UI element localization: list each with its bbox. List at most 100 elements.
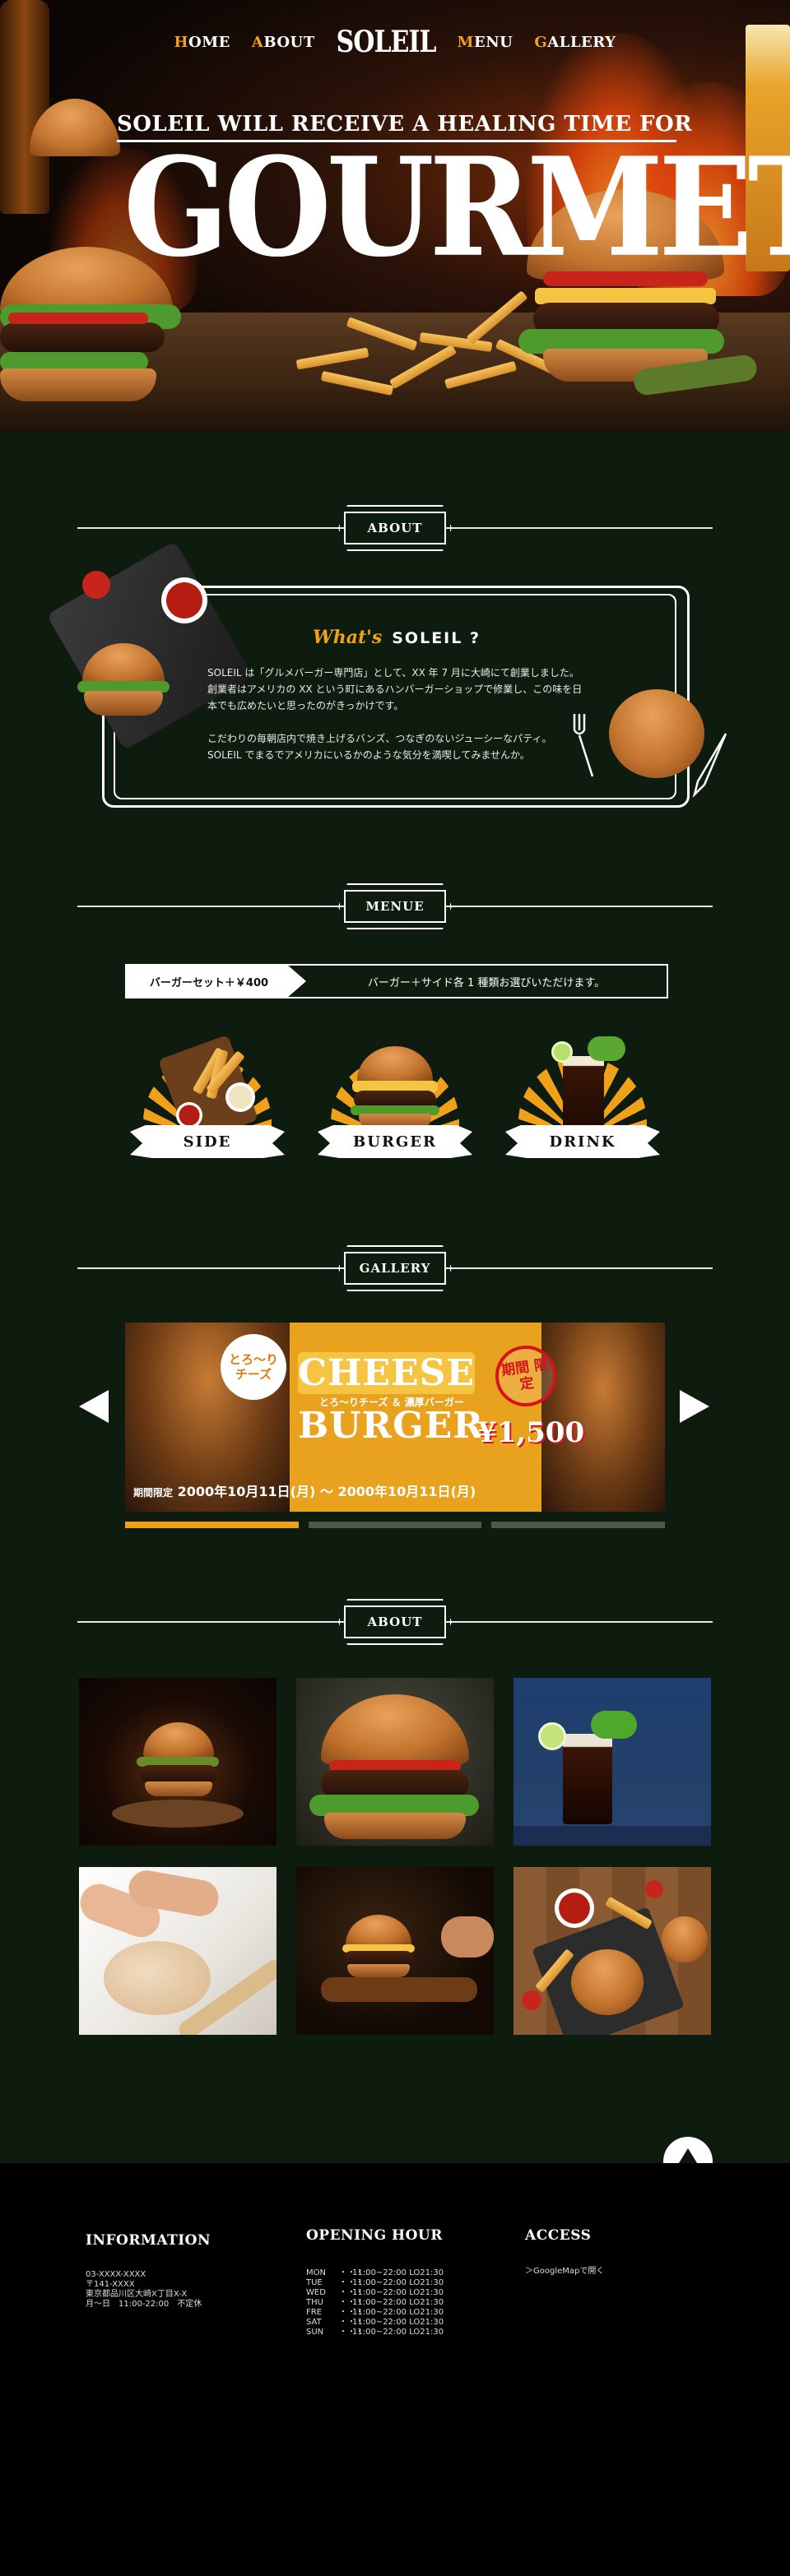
nav-menu-label: ENU [473, 34, 514, 51]
slide-title-burger: BURGER [298, 1405, 484, 1447]
hero-tagline: SOLEIL WILL RECEIVE A HEALING TIME FOR Y… [117, 112, 693, 137]
burger-set-bar: バーガーセット＋￥400 バーガー＋サイド各 1 種類お選びいただけます。 [125, 964, 668, 998]
hours-sep: ・・・ [339, 2268, 364, 2277]
postal-code: 〒141-XXXX [86, 2280, 135, 2289]
menu-item-drink-label: DRINK [505, 1125, 660, 1158]
slide-bubble: とろ〜り チーズ [221, 1334, 286, 1400]
hours-day: THU [306, 2298, 323, 2307]
hours-time: 11:00~22:00 LO21:30 [352, 2278, 444, 2287]
menu-item-side-label: SIDE [130, 1125, 285, 1158]
photo-burger-closeup[interactable] [296, 1678, 494, 1846]
nav-gallery[interactable]: GALLERY [534, 34, 616, 51]
nav-gallery-initial: G [534, 34, 548, 51]
slide-price: ¥1,500 [477, 1416, 585, 1449]
lime-image [551, 1041, 573, 1063]
ketchup-bowl-image [161, 577, 207, 623]
slide-title-cheese: CHEESE [298, 1352, 475, 1394]
gallery-heading-label: GALLERY [344, 1252, 446, 1285]
photo-burger-stack[interactable] [79, 1678, 276, 1846]
hours-sep: ・・・ [339, 2328, 364, 2337]
gallery-slide[interactable]: とろ〜り チーズ CHEESE とろ〜りチーズ ＆ 濃厚バーガー BURGER … [125, 1323, 665, 1512]
slide-period: 期間限定 2000年10月11日(月) 〜 2000年10月11日(月) [133, 1480, 660, 1500]
nav-home[interactable]: HOME [174, 34, 230, 51]
hours-time: 11:00~22:00 LO21:30 [352, 2328, 444, 2337]
nav-menu[interactable]: MENU [458, 34, 514, 51]
hero: HOME ABOUT SOLEIL MENU GALLERY SOLEIL WI… [0, 0, 790, 433]
cola-glass-image [563, 1056, 604, 1135]
period-prefix: 期間限定 [133, 1487, 174, 1499]
hours-day: TUE [306, 2278, 323, 2287]
photo-burger-fries-flatlay[interactable] [514, 1867, 711, 2035]
hours-time: 11:00~22:00 LO21:30 [352, 2298, 444, 2307]
hours-day: MON [306, 2268, 326, 2277]
phone-number: 03-XXXX-XXXX [86, 2270, 146, 2279]
tagline-divider [117, 140, 676, 142]
set-price-label: バーガーセット＋￥400 [127, 966, 306, 997]
hours-sep: ・・・ [339, 2278, 364, 2287]
about-heading-label: ABOUT [344, 512, 446, 544]
nav-gallery-label: ALLERY [547, 34, 616, 51]
about-title: What's SOLEIL ? [313, 627, 481, 648]
google-map-link[interactable]: ＞GoogleMapで開く [525, 2263, 604, 2276]
ketchup-bowl-image [176, 1102, 202, 1128]
footer: INFORMATION 03-XXXX-XXXX 〒141-XXXX 東京都品川… [0, 2163, 790, 2576]
business-days: 月〜日 11:00-22:00 不定休 [86, 2300, 202, 2309]
hours-time: 11:00~22:00 LO21:30 [352, 2308, 444, 2317]
nav-menu-initial: M [457, 34, 474, 51]
about-paragraph-2: こだわりの毎朝店内で焼き上げるバンズ、つなぎのないジューシーなパティ。SOLEI… [207, 733, 552, 761]
address: 東京都品川区大崎X丁目X-X [86, 2290, 188, 2299]
hours-heading: OPENING HOUR [306, 2227, 443, 2244]
about-title-name: SOLEIL ? [392, 629, 481, 647]
sauce-bowl-image [225, 1082, 255, 1112]
period-separator: 〜 [319, 1484, 333, 1499]
main-nav: HOME ABOUT SOLEIL MENU GALLERY [0, 25, 790, 60]
mint-image [588, 1036, 625, 1061]
footer-information: INFORMATION 03-XXXX-XXXX 〒141-XXXX 東京都品川… [86, 2232, 211, 2310]
nav-about-label: BOUT [263, 34, 315, 51]
access-heading: ACCESS [525, 2227, 592, 2244]
photo-burger-board[interactable] [296, 1867, 494, 2035]
burger-image [357, 1046, 433, 1084]
gallery-section-heading: GALLERY [77, 1245, 713, 1291]
hero-headline: GOURMET [123, 127, 790, 288]
photo-cola-drink[interactable] [514, 1678, 711, 1846]
about-paragraph-1: SOLEIL は「グルメバーガー専門店」として、XX 年 7 月に大崎にて創業し… [207, 667, 583, 711]
slider-next-arrow[interactable] [680, 1390, 709, 1423]
slider-dot[interactable] [491, 1522, 666, 1528]
hours-day: WED [306, 2288, 326, 2297]
period-end: 2000年10月11日(月) [337, 1484, 476, 1499]
slider-dot[interactable] [308, 1522, 482, 1528]
slider-dot[interactable] [125, 1522, 299, 1528]
photos-section-heading: ABOUT [77, 1599, 713, 1645]
hours-time: 11:00~22:00 LO21:30 [352, 2288, 444, 2297]
period-start: 2000年10月11日(月) [177, 1484, 316, 1499]
hours-day: SAT [306, 2318, 322, 2327]
footer-access: ACCESS ＞GoogleMapで開く [525, 2227, 604, 2276]
set-note: バーガー＋サイド各 1 種類お選びいただけます。 [367, 976, 606, 989]
menu-item-side[interactable]: SIDE [127, 1028, 288, 1176]
hours-time: 11:00~22:00 LO21:30 [352, 2268, 444, 2277]
slider-pagination [125, 1522, 666, 1528]
burger-bottom-image [84, 691, 163, 716]
menu-item-burger-label: BURGER [318, 1125, 472, 1158]
knife-icon [692, 733, 727, 798]
hours-sep: ・・・ [339, 2318, 364, 2327]
about-description: SOLEIL は「グルメバーガー専門店」として、XX 年 7 月に大崎にて創業し… [207, 665, 586, 780]
photo-dough-kneading[interactable] [79, 1867, 276, 2035]
menu-heading-label: MENUE [344, 890, 446, 923]
nav-home-initial: H [174, 34, 189, 51]
nav-about[interactable]: ABOUT [252, 34, 315, 51]
tomato-image [82, 571, 110, 599]
menu-section-heading: MENUE [77, 883, 713, 929]
nav-about-initial: A [251, 34, 264, 51]
menu-item-drink[interactable]: DRINK [502, 1028, 663, 1176]
hours-sep: ・・・ [339, 2298, 364, 2307]
hours-sep: ・・・ [339, 2288, 364, 2297]
hours-day: SUN [306, 2328, 324, 2337]
about-title-whats: What's [313, 627, 383, 648]
information-heading: INFORMATION [86, 2232, 211, 2249]
site-logo[interactable]: SOLEIL [337, 25, 437, 60]
menu-item-burger[interactable]: BURGER [314, 1028, 476, 1176]
nav-home-label: OME [188, 34, 230, 51]
slider-prev-arrow[interactable] [79, 1390, 109, 1423]
